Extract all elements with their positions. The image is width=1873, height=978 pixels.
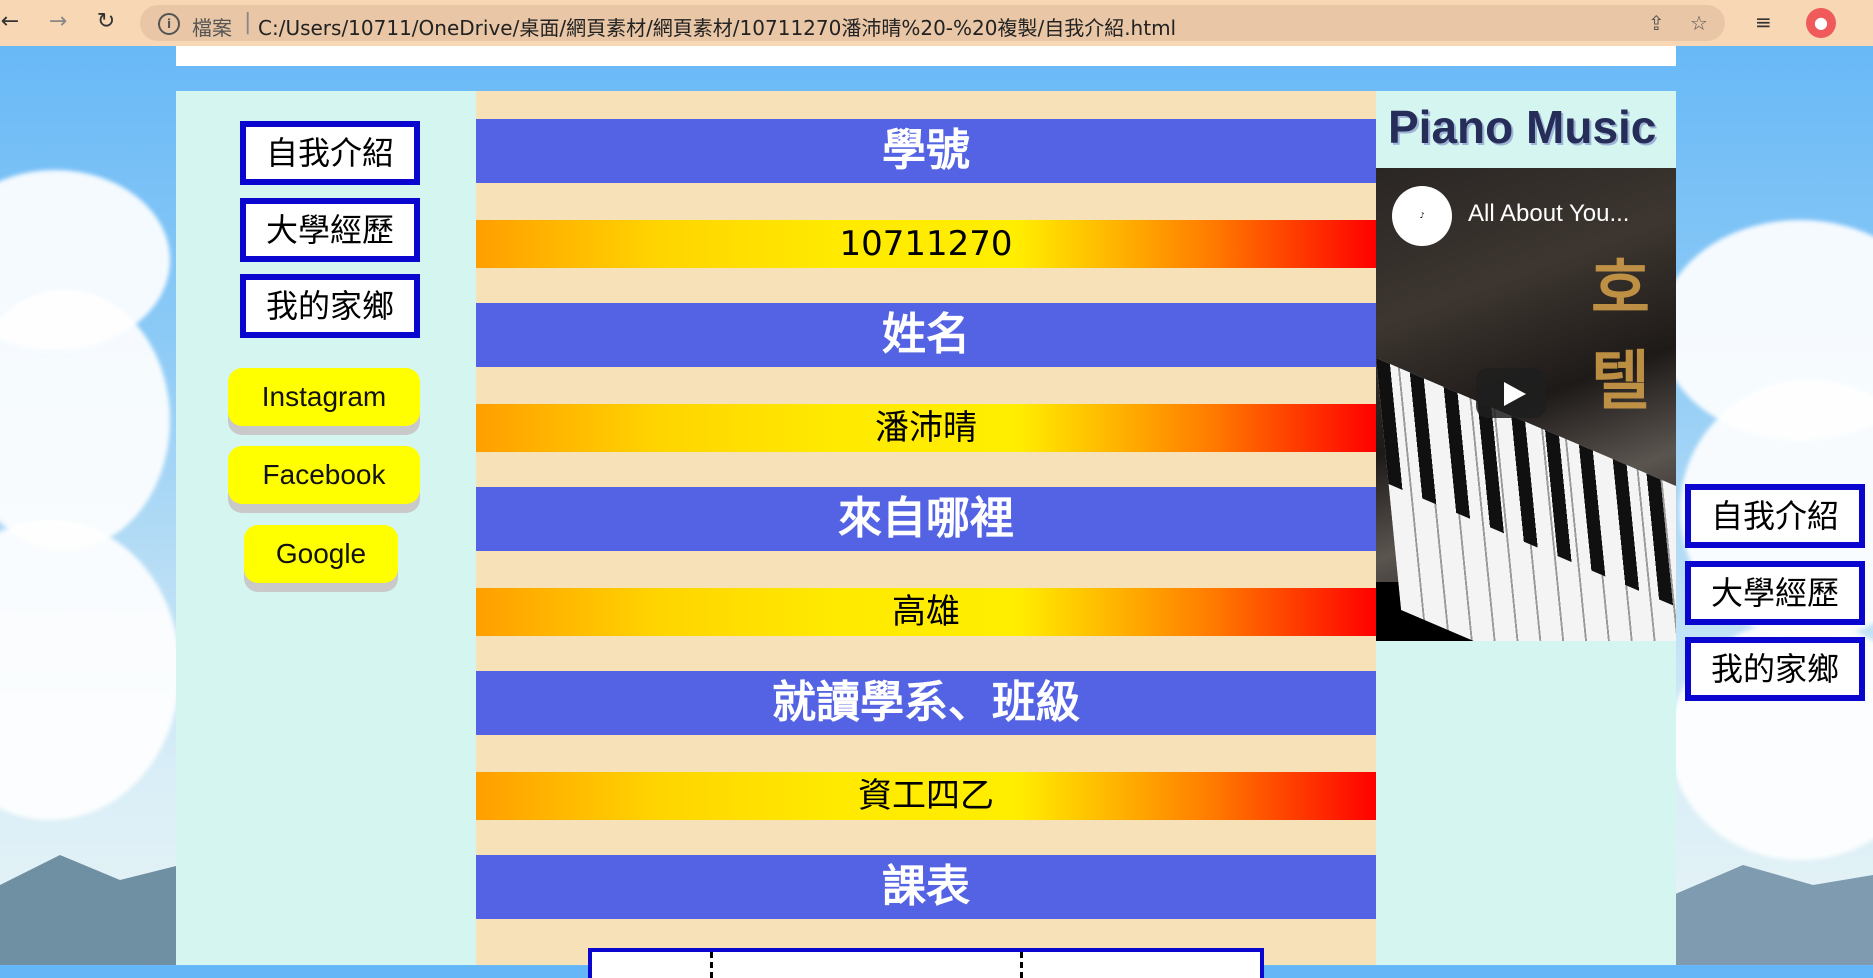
heading-hometown: 來自哪裡 <box>476 487 1376 551</box>
right-nav-hometown[interactable]: 我的家鄉 <box>1685 637 1865 701</box>
thumbnail-overlay-graphic: 호텔 <box>1591 253 1650 419</box>
mountain-left <box>0 855 180 965</box>
reload-icon[interactable]: ↻ <box>92 8 120 36</box>
profile-avatar-icon[interactable]: ● <box>1806 8 1836 38</box>
value-student-id: 10711270 <box>476 220 1376 268</box>
heading-name: 姓名 <box>476 303 1376 367</box>
header-strip <box>176 46 1676 66</box>
address-label: 檔案 <box>192 16 232 40</box>
left-nav-about[interactable]: 自我介紹 <box>240 121 420 185</box>
address-url[interactable]: C:/Users/10711/OneDrive/桌面/網頁素材/網頁素材/107… <box>258 12 1176 41</box>
channel-logo-icon[interactable]: ♪ <box>1392 186 1452 246</box>
table-divider <box>710 952 713 978</box>
instagram-button[interactable]: Instagram <box>228 368 420 426</box>
forward-icon[interactable]: → <box>44 8 72 36</box>
share-icon[interactable]: ⇪ <box>1648 11 1665 35</box>
play-icon[interactable] <box>1476 368 1546 418</box>
value-hometown: 高雄 <box>476 588 1376 636</box>
video-title[interactable]: All About You... <box>1468 200 1629 228</box>
info-icon[interactable]: i <box>158 13 180 35</box>
mountain-right <box>1673 865 1873 965</box>
right-nav-university[interactable]: 大學經歷 <box>1685 561 1865 625</box>
table-divider <box>1020 952 1023 978</box>
facebook-button[interactable]: Facebook <box>228 446 420 504</box>
heading-student-id: 學號 <box>476 119 1376 183</box>
value-name: 潘沛晴 <box>476 404 1376 452</box>
left-nav-hometown[interactable]: 我的家鄉 <box>240 274 420 338</box>
reading-list-icon[interactable]: ≡ <box>1755 10 1772 34</box>
piano-music-title: Piano Music <box>1388 101 1657 153</box>
timetable <box>588 948 1264 978</box>
value-department: 資工四乙 <box>476 772 1376 820</box>
left-nav-university[interactable]: 大學經歷 <box>240 198 420 262</box>
browser-toolbar: ← → ↻ i 檔案 | C:/Users/10711/OneDrive/桌面/… <box>0 0 1873 46</box>
address-separator: | <box>244 10 252 35</box>
bookmark-star-icon[interactable]: ☆ <box>1690 11 1708 35</box>
right-nav-about[interactable]: 自我介紹 <box>1685 484 1865 548</box>
heading-department: 就讀學系、班級 <box>476 671 1376 735</box>
youtube-video-embed[interactable]: 호텔 ♪ All About You... <box>1376 168 1676 641</box>
heading-timetable: 課表 <box>476 855 1376 919</box>
back-icon[interactable]: ← <box>0 8 24 36</box>
address-bar[interactable]: i 檔案 | C:/Users/10711/OneDrive/桌面/網頁素材/網… <box>140 5 1725 41</box>
google-button[interactable]: Google <box>244 525 398 583</box>
